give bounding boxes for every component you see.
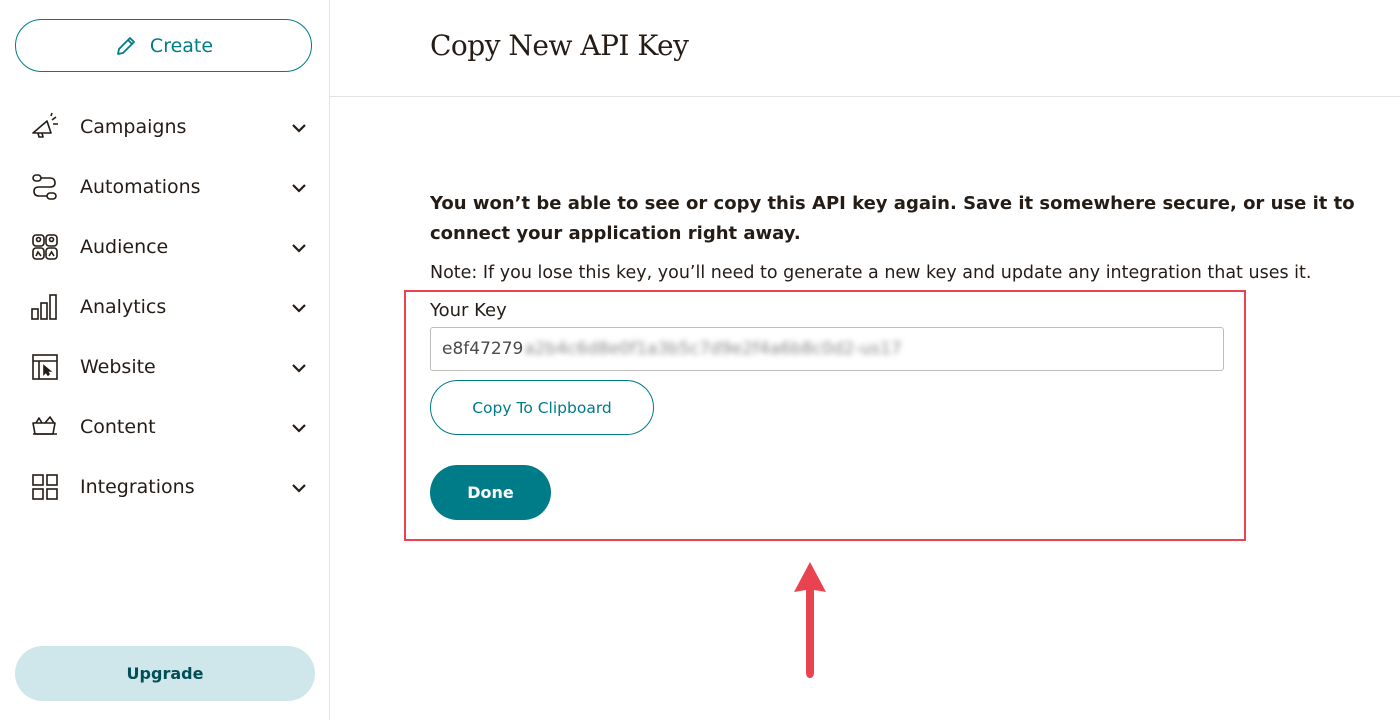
- page-title: Copy New API Key: [430, 29, 689, 62]
- sidebar-item-audience[interactable]: Audience: [0, 217, 329, 277]
- chevron-down-icon[interactable]: [290, 359, 308, 377]
- sidebar-item-automations[interactable]: Automations: [0, 157, 329, 217]
- sidebar-item-analytics[interactable]: Analytics: [0, 277, 329, 337]
- content-icon: [30, 412, 60, 442]
- create-button[interactable]: Create: [15, 19, 312, 72]
- nav-list: Campaigns Automations Audience Analytics…: [0, 97, 329, 517]
- pencil-icon: [117, 36, 135, 55]
- api-key-field[interactable]: e8f47279 a2b4c6d8e0f1a3b5c7d9e2f4a6b8c0d2…: [430, 327, 1224, 371]
- sidebar-item-campaigns[interactable]: Campaigns: [0, 97, 329, 157]
- api-key-obscured: a2b4c6d8e0f1a3b5c7d9e2f4a6b8c0d2-us17: [524, 339, 902, 359]
- chevron-down-icon[interactable]: [290, 419, 308, 437]
- warning-text: You won’t be able to see or copy this AP…: [430, 193, 1355, 244]
- copy-to-clipboard-button[interactable]: Copy To Clipboard: [430, 380, 654, 435]
- chevron-down-icon[interactable]: [290, 239, 308, 257]
- note-text: Note: If you lose this key, you’ll need …: [430, 263, 1312, 283]
- sidebar-item-integrations[interactable]: Integrations: [0, 457, 329, 517]
- chevron-down-icon[interactable]: [290, 299, 308, 317]
- create-label: Create: [149, 34, 214, 57]
- automation-flow-icon: [30, 172, 60, 202]
- arrow-up-icon: [794, 562, 826, 678]
- megaphone-icon: [30, 112, 60, 142]
- sidebar-item-label: Audience: [80, 236, 169, 258]
- bar-chart-icon: [30, 292, 60, 322]
- sidebar: Create Campaigns Automations Audience An…: [0, 0, 330, 720]
- sidebar-item-content[interactable]: Content: [0, 397, 329, 457]
- sidebar-item-label: Integrations: [80, 476, 195, 498]
- sidebar-item-label: Website: [80, 356, 156, 378]
- page-header: Copy New API Key: [330, 0, 1400, 97]
- chevron-down-icon[interactable]: [290, 179, 308, 197]
- grid-icon: [30, 472, 60, 502]
- upgrade-button[interactable]: Upgrade: [15, 646, 315, 701]
- sidebar-item-label: Content: [80, 416, 156, 438]
- done-button[interactable]: Done: [430, 465, 551, 520]
- sidebar-item-label: Campaigns: [80, 116, 187, 138]
- sidebar-item-label: Automations: [80, 176, 201, 198]
- chevron-down-icon[interactable]: [290, 479, 308, 497]
- chevron-down-icon[interactable]: [290, 119, 308, 137]
- sidebar-item-label: Analytics: [80, 296, 167, 318]
- key-label: Your Key: [430, 300, 507, 321]
- website-icon: [30, 352, 60, 382]
- audience-icon: [30, 232, 60, 262]
- sidebar-item-website[interactable]: Website: [0, 337, 329, 397]
- api-key-visible: e8f47279: [442, 339, 524, 359]
